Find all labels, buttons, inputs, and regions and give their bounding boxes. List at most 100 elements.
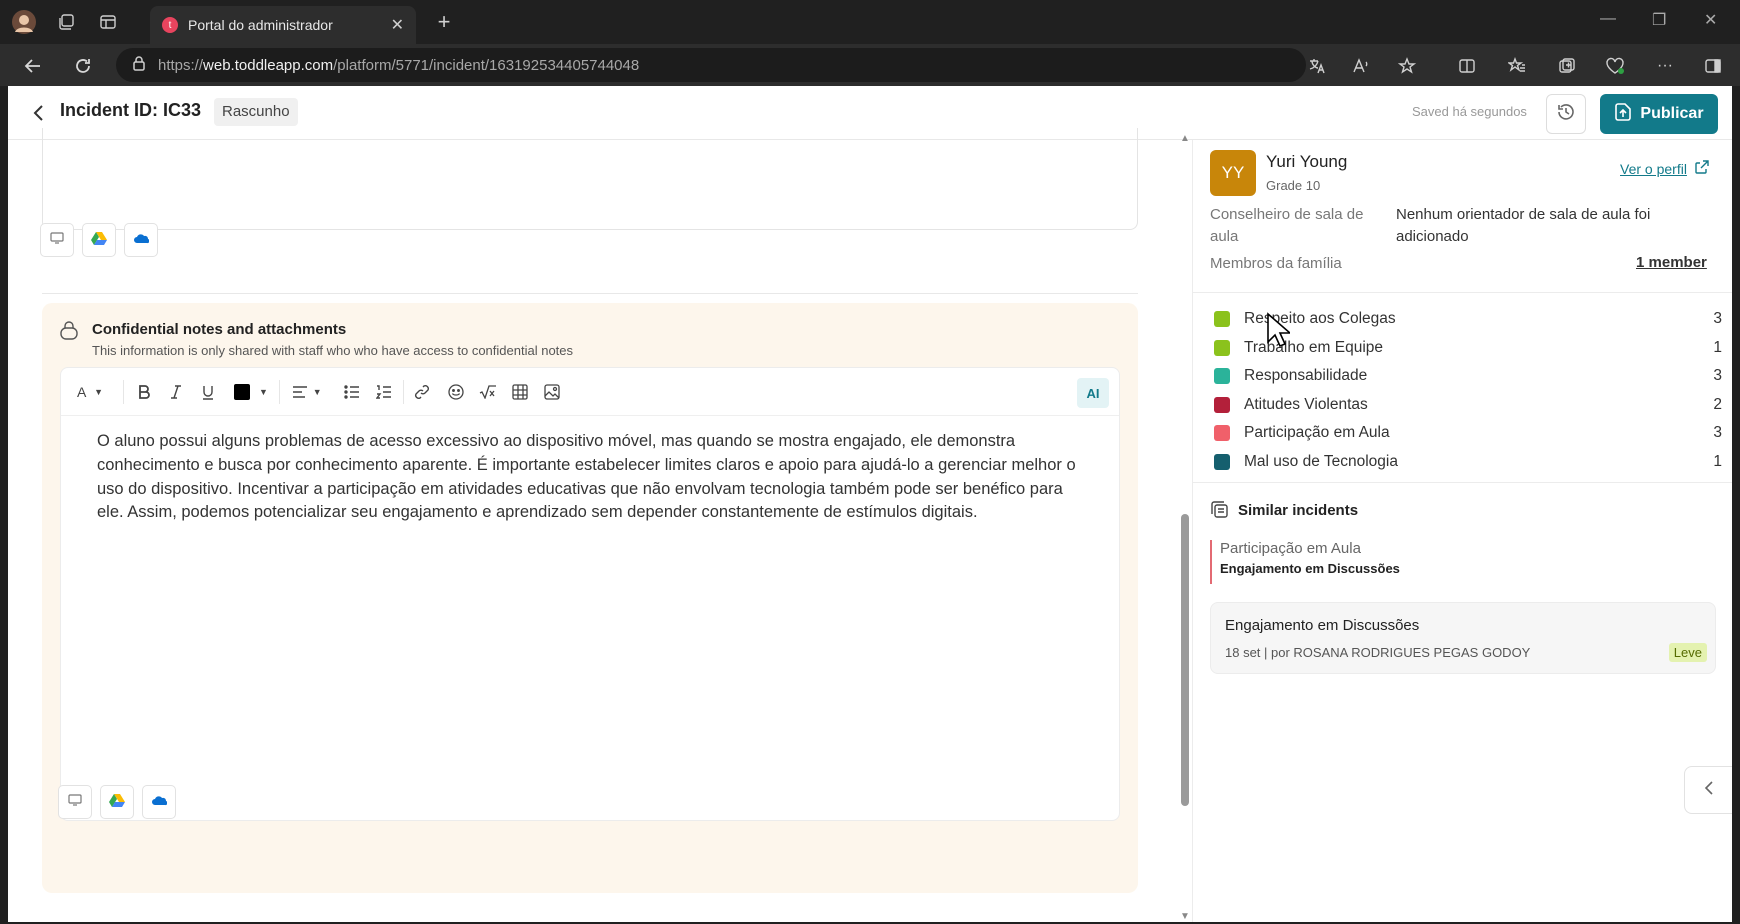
favorite-star-icon[interactable] bbox=[1396, 55, 1418, 77]
google-drive-button[interactable] bbox=[100, 785, 134, 819]
view-profile-link[interactable]: Ver o perfil bbox=[1620, 160, 1709, 177]
onedrive-button[interactable] bbox=[142, 785, 176, 819]
split-screen-icon[interactable] bbox=[1456, 55, 1478, 77]
counselor-label: Conselheiro de sala de aula bbox=[1210, 206, 1364, 245]
publish-label: Publicar bbox=[1640, 105, 1704, 122]
similar-incidents-icon bbox=[1210, 500, 1230, 520]
toddle-favicon-icon: t bbox=[162, 17, 178, 33]
history-icon bbox=[1556, 102, 1576, 127]
category-row: Mal uso de Tecnologia 1 bbox=[1214, 451, 1722, 473]
font-size-dropdown[interactable]: A ▼ bbox=[77, 380, 103, 404]
status-badge: Rascunho bbox=[214, 98, 298, 126]
close-tab-icon[interactable]: ✕ bbox=[391, 15, 404, 35]
google-drive-button[interactable] bbox=[82, 223, 116, 257]
category-name: Participação em Aula bbox=[1244, 424, 1390, 442]
numbered-list-icon[interactable] bbox=[373, 380, 395, 404]
confidential-attachment-toolbar bbox=[58, 785, 176, 819]
restore-icon[interactable]: ❐ bbox=[1652, 10, 1666, 30]
scroll-down-icon[interactable]: ▼ bbox=[1180, 912, 1190, 922]
category-row: Atitudes Violentas 2 bbox=[1214, 394, 1722, 416]
category-color-swatch bbox=[1214, 368, 1230, 385]
confidential-title: Confidential notes and attachments bbox=[92, 321, 347, 338]
chevron-left-icon bbox=[1704, 780, 1714, 801]
category-name: Atitudes Violentas bbox=[1244, 395, 1368, 413]
main-scrollbar[interactable]: ▲ ▼ bbox=[1178, 128, 1192, 922]
confidential-editor[interactable]: A ▼ ▼ ▼ AI O aluno possui alguns problem… bbox=[60, 367, 1120, 821]
confidential-notes-panel: Confidential notes and attachments This … bbox=[42, 303, 1138, 893]
new-tab-icon[interactable]: + bbox=[430, 8, 458, 36]
onedrive-icon bbox=[151, 793, 168, 811]
lock-icon bbox=[58, 319, 80, 341]
link-icon[interactable] bbox=[411, 380, 433, 404]
collections-icon[interactable] bbox=[1556, 55, 1578, 77]
browser-tab-bar: t Portal do administrador ✕ + — ❐ ✕ bbox=[0, 0, 1740, 44]
category-name: Responsabilidade bbox=[1244, 367, 1368, 385]
category-name: Trabalho em Equipe bbox=[1244, 338, 1384, 356]
favorites-icon[interactable] bbox=[1506, 55, 1528, 77]
more-options-icon[interactable]: ··· bbox=[1654, 55, 1676, 77]
category-color-swatch bbox=[1214, 425, 1230, 442]
workspaces-icon[interactable] bbox=[52, 8, 80, 36]
monitor-icon bbox=[50, 231, 64, 249]
scroll-up-icon[interactable]: ▲ bbox=[1180, 134, 1190, 144]
similar-incident-title: Engajamento em Discussões bbox=[1225, 617, 1420, 634]
history-button[interactable] bbox=[1546, 94, 1586, 134]
similar-incident-card[interactable]: Engajamento em Discussões 18 set | por R… bbox=[1210, 602, 1716, 674]
scrollbar-thumb[interactable] bbox=[1181, 514, 1189, 806]
active-tab[interactable]: t Portal do administrador ✕ bbox=[150, 6, 416, 44]
ai-assist-button[interactable]: AI bbox=[1077, 378, 1109, 408]
tab-title: Portal do administrador bbox=[188, 17, 333, 33]
onedrive-button[interactable] bbox=[124, 223, 158, 257]
italic-icon[interactable] bbox=[165, 380, 187, 404]
bold-icon[interactable] bbox=[133, 380, 155, 404]
upload-from-device-button[interactable] bbox=[58, 785, 92, 819]
category-count: 1 bbox=[1713, 338, 1722, 356]
category-color-swatch bbox=[1214, 396, 1230, 413]
window-close-icon[interactable]: ✕ bbox=[1704, 10, 1717, 30]
back-icon[interactable] bbox=[26, 101, 50, 125]
formula-icon[interactable] bbox=[477, 380, 499, 404]
address-bar[interactable]: https://web.toddleapp.com/platform/5771/… bbox=[116, 48, 1306, 82]
browser-essentials-icon[interactable] bbox=[1604, 55, 1626, 77]
category-color-swatch bbox=[1214, 311, 1230, 327]
onedrive-icon bbox=[133, 231, 150, 249]
underline-icon[interactable] bbox=[197, 380, 219, 404]
confidential-notes-text[interactable]: O aluno possui alguns problemas de acess… bbox=[97, 430, 1087, 525]
formatting-toolbar: A ▼ ▼ ▼ AI bbox=[61, 368, 1119, 416]
severity-badge: Leve bbox=[1668, 643, 1707, 662]
confidential-subtitle: This information is only shared with sta… bbox=[92, 343, 574, 358]
publish-icon bbox=[1614, 102, 1632, 127]
collapse-sidebar-button[interactable] bbox=[1684, 766, 1732, 814]
category-count: 3 bbox=[1713, 310, 1722, 327]
refresh-icon[interactable] bbox=[70, 53, 96, 79]
emoji-icon[interactable] bbox=[445, 380, 467, 404]
category-name: Mal uso de Tecnologia bbox=[1244, 453, 1398, 470]
similar-category-item[interactable]: Participação em Aula Engajamento em Disc… bbox=[1210, 540, 1400, 584]
publish-button[interactable]: Publicar bbox=[1600, 94, 1718, 134]
image-icon[interactable] bbox=[541, 380, 563, 404]
profile-avatar-icon[interactable] bbox=[10, 8, 38, 36]
category-count: 3 bbox=[1713, 367, 1722, 385]
similar-incident-meta: 18 set | por ROSANA RODRIGUES PEGAS GODO… bbox=[1225, 645, 1531, 660]
text-color-picker[interactable]: ▼ bbox=[231, 380, 271, 404]
external-link-icon bbox=[1695, 160, 1709, 177]
read-aloud-icon[interactable] bbox=[1350, 55, 1372, 77]
upload-from-device-button[interactable] bbox=[40, 223, 74, 257]
translate-icon[interactable] bbox=[1306, 55, 1328, 77]
align-icon[interactable]: ▼ bbox=[289, 380, 325, 404]
minimize-icon[interactable]: — bbox=[1600, 10, 1616, 28]
google-drive-icon bbox=[109, 793, 125, 812]
description-editor[interactable] bbox=[42, 128, 1138, 230]
family-members-link[interactable]: 1 member bbox=[1636, 254, 1707, 271]
category-row: Respeito aos Colegas 3 bbox=[1214, 308, 1722, 330]
sidebar-toggle-icon[interactable] bbox=[1702, 55, 1724, 77]
tab-actions-icon[interactable] bbox=[94, 8, 122, 36]
monitor-icon bbox=[68, 793, 82, 811]
back-nav-icon[interactable] bbox=[20, 53, 46, 79]
section-divider bbox=[42, 293, 1138, 294]
category-color-swatch bbox=[1214, 339, 1230, 356]
table-icon[interactable] bbox=[509, 380, 531, 404]
bullet-list-icon[interactable] bbox=[341, 380, 363, 404]
category-count: 2 bbox=[1713, 395, 1722, 413]
url-text: https://web.toddleapp.com/platform/5771/… bbox=[158, 56, 640, 74]
